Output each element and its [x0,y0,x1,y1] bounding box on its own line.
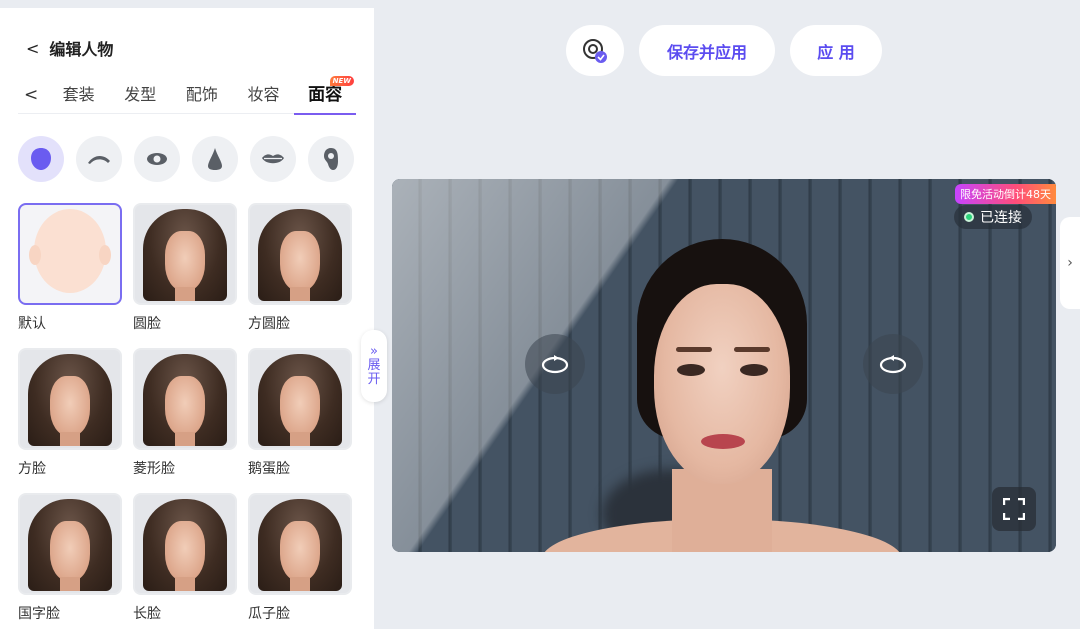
rotate-left-icon [541,355,569,374]
ear-icon[interactable] [308,136,354,182]
face-thumb-default[interactable] [18,203,122,305]
tab-face[interactable]: 面容 NEW [294,76,356,115]
face-thumb[interactable] [133,348,237,450]
back-button[interactable]: < 编辑人物 [26,36,113,60]
default-head-icon [29,209,111,293]
eyebrow-icon[interactable] [76,136,122,182]
list-item[interactable]: 鹅蛋脸 [248,348,352,478]
face-thumb[interactable] [133,203,237,305]
fullscreen-button[interactable] [992,487,1036,531]
tabs-prev-icon[interactable]: < [18,82,48,108]
camera-check-button[interactable] [566,25,624,76]
editor-panel: < 编辑人物 < 套装 发型 配饰 妆容 面容 NEW 默认 圆脸 方圆脸 方脸… [0,8,374,629]
face-thumb[interactable] [248,493,352,595]
panel-title: 编辑人物 [49,40,114,59]
promo-badge: 限免活动倒计48天 [955,184,1056,204]
lips-icon[interactable] [250,136,296,182]
camera-check-icon [583,38,607,63]
new-badge: NEW [329,76,354,86]
chevron-right-icon: › [1067,255,1073,271]
list-item[interactable]: 默认 [18,203,122,333]
list-item[interactable]: 方脸 [18,348,122,478]
face-thumb[interactable] [133,493,237,595]
app-root: < 编辑人物 < 套装 发型 配饰 妆容 面容 NEW 默认 圆脸 方圆脸 方脸… [0,0,1080,629]
connection-status: 已连接 [954,205,1032,229]
list-item[interactable]: 菱形脸 [133,348,237,478]
fullscreen-icon [1003,498,1025,520]
face-part-selector [18,136,354,182]
list-item[interactable]: 圆脸 [133,203,237,333]
face-shape-icon[interactable] [18,136,64,182]
status-dot-icon [964,212,974,222]
category-tabs: < 套装 发型 配饰 妆容 面容 NEW [18,76,356,115]
tab-accessory[interactable]: 配饰 [171,82,233,114]
eye-icon[interactable] [134,136,180,182]
nose-icon[interactable] [192,136,238,182]
list-item[interactable]: 长脸 [133,493,237,623]
rotate-left-button[interactable] [525,334,585,394]
list-item[interactable]: 瓜子脸 [248,493,352,623]
double-chevron-right-icon: » [370,344,378,359]
right-panel-toggle[interactable]: › [1060,217,1080,309]
face-thumb[interactable] [18,493,122,595]
face-thumb[interactable] [248,348,352,450]
apply-button[interactable]: 应 用 [790,25,882,76]
expand-panel-button[interactable]: » 展 开 [361,330,387,402]
face-thumb[interactable] [248,203,352,305]
tab-hairstyle[interactable]: 发型 [109,82,171,114]
chevron-left-icon: < [26,38,40,58]
face-thumb[interactable] [18,348,122,450]
tab-makeup[interactable]: 妆容 [233,82,295,114]
list-item[interactable]: 国字脸 [18,493,122,623]
avatar-preview: 限免活动倒计48天 已连接 [392,179,1056,552]
avatar-face [654,284,790,484]
save-and-apply-button[interactable]: 保存并应用 [639,25,775,76]
rotate-right-button[interactable] [863,334,923,394]
rotate-right-icon [879,355,907,374]
tab-outfit[interactable]: 套装 [48,82,110,114]
list-item[interactable]: 方圆脸 [248,203,352,333]
